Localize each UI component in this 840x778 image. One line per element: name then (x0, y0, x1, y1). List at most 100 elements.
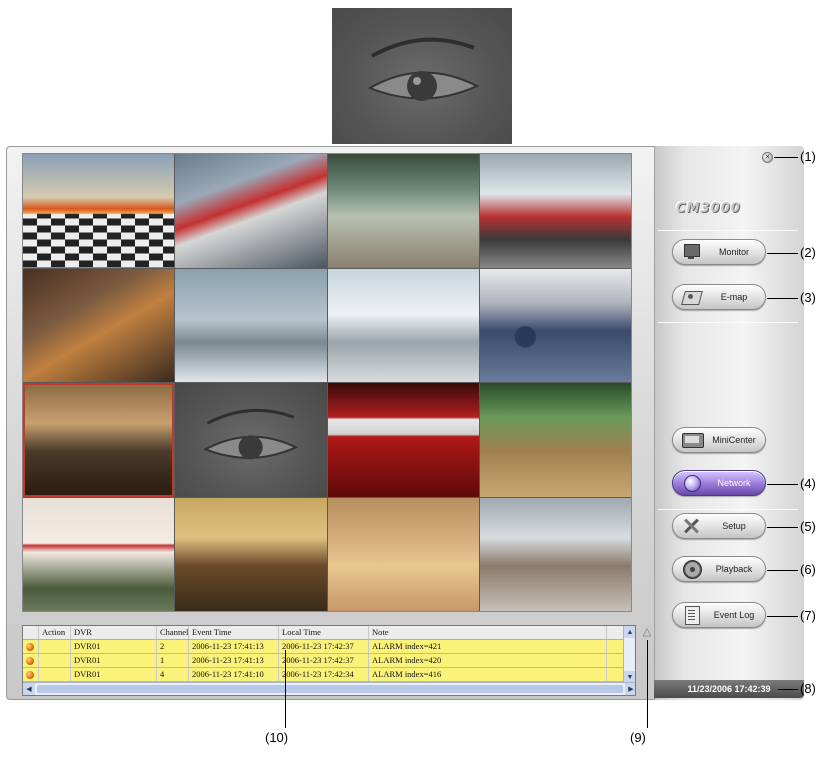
setup-button-label: Setup (722, 521, 746, 531)
callout-9: (9) (630, 730, 646, 745)
scroll-right-icon[interactable]: ▶ (625, 683, 635, 695)
camera-tile-1[interactable] (23, 154, 175, 268)
callout-line-10 (285, 650, 286, 728)
callout-line-7 (767, 616, 798, 617)
monitor-icon (681, 243, 703, 261)
col-header-action[interactable]: Action (39, 626, 71, 639)
callout-line-6 (767, 570, 798, 571)
callout-line-2 (767, 253, 798, 254)
camera-tile-4[interactable] (479, 154, 631, 268)
eventlog-button[interactable]: Event Log (672, 602, 766, 628)
cell-dvr: DVR01 (71, 654, 157, 667)
col-header-local-time[interactable]: Local Time (279, 626, 369, 639)
callout-line-3 (767, 298, 798, 299)
emap-button[interactable]: E-map (672, 284, 766, 310)
camera-tile-13[interactable] (23, 497, 175, 611)
close-icon[interactable]: ✕ (762, 152, 773, 163)
cell-local-time: 2006-11-23 17:42:34 (279, 668, 369, 681)
network-button-label: Network (717, 478, 751, 488)
col-header-event-time[interactable]: Event Time (189, 626, 279, 639)
eye-tile-drawing (203, 408, 299, 460)
scroll-up-icon[interactable]: ▲ (624, 626, 635, 638)
callout-5: (5) (800, 519, 816, 534)
table-row[interactable]: DVR01 4 2006-11-23 17:41:10 2006-11-23 1… (23, 668, 635, 682)
cell-dvr: DVR01 (71, 668, 157, 681)
camera-tile-9[interactable] (23, 383, 175, 497)
col-header-dvr[interactable]: DVR (71, 626, 157, 639)
eye-preview-image (332, 8, 512, 144)
callout-6: (6) (800, 562, 816, 577)
playback-button[interactable]: Playback (672, 556, 766, 582)
cell-event-time: 2006-11-23 17:41:10 (189, 668, 279, 681)
panel-divider (658, 230, 798, 231)
cell-channel: 2 (157, 640, 189, 653)
camera-grid (22, 153, 632, 612)
cell-dvr: DVR01 (71, 640, 157, 653)
callout-10: (10) (265, 730, 289, 745)
alarm-led-icon (26, 671, 34, 679)
camera-tile-10[interactable] (175, 383, 327, 497)
camera-tile-7[interactable] (327, 268, 479, 382)
cell-note: ALARM index=416 (369, 668, 607, 681)
camera-tile-12[interactable] (479, 383, 631, 497)
network-button[interactable]: Network (672, 470, 766, 496)
network-icon (681, 474, 703, 492)
minicenter-icon (681, 431, 704, 449)
table-row[interactable]: DVR01 1 2006-11-23 17:41:13 2006-11-23 1… (23, 654, 635, 668)
emap-icon (681, 288, 703, 306)
cell-local-time: 2006-11-23 17:42:37 (279, 654, 369, 667)
setup-button[interactable]: Setup (672, 513, 766, 539)
app-logo: CM3000 (676, 201, 741, 216)
callout-line-8 (778, 689, 798, 690)
cell-local-time: 2006-11-23 17:42:37 (279, 640, 369, 653)
callout-line-5 (767, 527, 798, 528)
cell-event-time: 2006-11-23 17:41:13 (189, 654, 279, 667)
col-header-icon (23, 626, 39, 639)
table-row[interactable]: DVR01 2 2006-11-23 17:41:13 2006-11-23 1… (23, 640, 635, 654)
log-vertical-scrollbar[interactable]: ▲ ▼ (623, 626, 635, 683)
callout-1: (1) (800, 149, 816, 164)
callout-7: (7) (800, 608, 816, 623)
minicenter-button[interactable]: MiniCenter (672, 427, 766, 453)
callout-line-4 (767, 484, 798, 485)
cell-channel: 1 (157, 654, 189, 667)
eventlog-icon (681, 606, 703, 625)
playback-icon (681, 560, 703, 579)
camera-tile-2[interactable] (175, 154, 327, 268)
cell-note: ALARM index=421 (369, 640, 607, 653)
collapse-arrow-icon[interactable]: △ (640, 626, 654, 638)
setup-icon (681, 517, 703, 535)
camera-tile-11[interactable] (327, 383, 479, 497)
alarm-led-icon (26, 643, 34, 651)
playback-button-label: Playback (715, 564, 753, 574)
log-horizontal-scrollbar[interactable]: ◀ ▶ (23, 682, 635, 695)
callout-8: (8) (800, 681, 816, 696)
col-header-channel[interactable]: Channel (157, 626, 189, 639)
event-log-header: Action DVR Channel Event Time Local Time… (23, 626, 635, 640)
eye-drawing (367, 37, 480, 101)
camera-tile-16[interactable] (479, 497, 631, 611)
camera-tile-5[interactable] (23, 268, 175, 382)
camera-tile-8[interactable] (479, 268, 631, 382)
callout-3: (3) (800, 290, 816, 305)
panel-divider (658, 322, 798, 323)
callout-4: (4) (800, 476, 816, 491)
scroll-left-icon[interactable]: ◀ (23, 683, 35, 695)
col-header-note[interactable]: Note (369, 626, 607, 639)
scroll-thumb[interactable] (37, 685, 623, 693)
event-log-table[interactable]: Action DVR Channel Event Time Local Time… (22, 625, 636, 696)
emap-button-label: E-map (720, 292, 748, 302)
cell-event-time: 2006-11-23 17:41:13 (189, 640, 279, 653)
callout-line-9 (647, 640, 648, 728)
camera-tile-15[interactable] (327, 497, 479, 611)
monitor-button-label: Monitor (718, 247, 749, 257)
eventlog-button-label: Event Log (713, 610, 755, 620)
monitor-button[interactable]: Monitor (672, 239, 766, 265)
callout-line-1 (774, 157, 798, 158)
cell-channel: 4 (157, 668, 189, 681)
minicenter-button-label: MiniCenter (712, 435, 756, 445)
camera-tile-3[interactable] (327, 154, 479, 268)
camera-tile-6[interactable] (175, 268, 327, 382)
camera-tile-14[interactable] (175, 497, 327, 611)
cell-note: ALARM index=420 (369, 654, 607, 667)
